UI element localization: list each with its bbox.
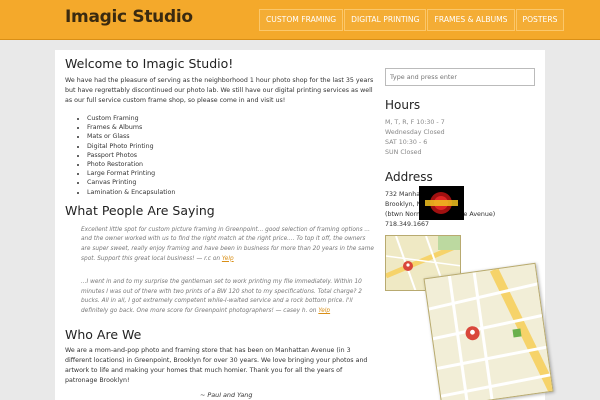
list-item: Custom Framing: [87, 114, 375, 123]
list-item: Digital Photo Printing: [87, 142, 375, 151]
intro-text: We have had the pleasure of serving as t…: [65, 77, 374, 104]
nav-item-custom-framing[interactable]: Custom Framing: [259, 9, 344, 31]
about-heading: Who Are We: [65, 326, 142, 342]
main-column: Welcome to Imagic Studio! We have had th…: [65, 56, 375, 386]
list-item: Canvas Printing: [87, 178, 375, 187]
signature: ~ Paul and Yang: [200, 391, 253, 399]
site-header: Imagic Studio Custom Framing Digital Pri…: [0, 0, 600, 40]
services-list: Custom Framing Frames & Albums Mats or G…: [87, 114, 375, 197]
review-quote-2: ...I went in and to my surprise the gent…: [81, 278, 375, 316]
list-item: Passport Photos: [87, 151, 375, 160]
list-item: Photo Restoration: [87, 160, 375, 169]
hours-line: SUN Closed: [385, 149, 422, 156]
phone-number: 718.349.1667: [385, 221, 430, 228]
list-item: Mats or Glass: [87, 132, 375, 141]
list-item: Frames & Albums: [87, 123, 375, 132]
imagic-logo-image: [419, 186, 464, 220]
hours-line: SAT 10:30 - 6: [385, 139, 428, 146]
hours-line: M, T, R, F 10:30 - 7: [385, 119, 445, 126]
list-item: Lamination & Encapsulation: [87, 188, 375, 197]
hours-line: Wednesday Closed: [385, 129, 445, 136]
yelp-link[interactable]: Yelp: [222, 256, 234, 262]
site-title[interactable]: Imagic Studio: [65, 7, 193, 27]
map-detail[interactable]: [423, 262, 554, 400]
hours-list: M, T, R, F 10:30 - 7 Wednesday Closed SA…: [385, 118, 535, 158]
hours-heading: Hours: [385, 98, 421, 112]
yelp-link[interactable]: Yelp: [318, 308, 330, 314]
nav-item-digital-printing[interactable]: Digital Printing: [344, 9, 427, 31]
nav-item-frames-albums[interactable]: Frames & Albums: [427, 9, 515, 31]
main-nav: Custom Framing Digital Printing Frames &…: [259, 9, 565, 31]
search-input[interactable]: [385, 68, 535, 86]
nav-item-posters[interactable]: Posters: [515, 9, 565, 31]
welcome-heading: Welcome to Imagic Studio!: [65, 56, 234, 71]
list-item: Large Format Printing: [87, 169, 375, 178]
review-quote-1: Excellent little spot for custom picture…: [81, 226, 375, 264]
about-text: We are a mom-and-pop photo and framing s…: [65, 346, 368, 384]
reviews-heading: What People Are Saying: [65, 202, 215, 218]
address-heading: Address: [385, 170, 433, 184]
